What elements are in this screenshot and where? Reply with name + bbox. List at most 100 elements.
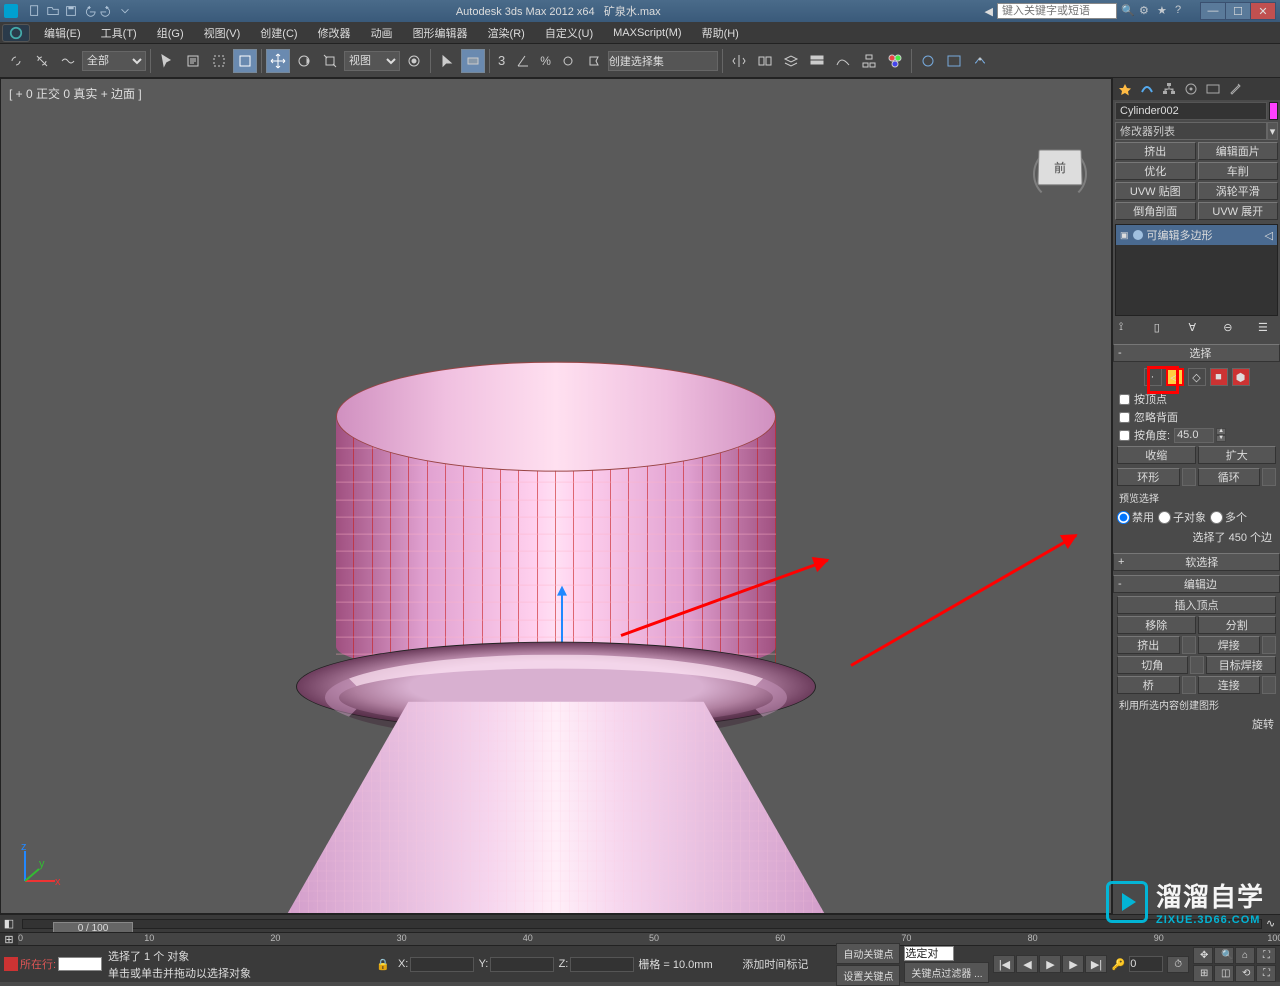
object-name-input[interactable] — [1115, 102, 1267, 120]
hierarchy-tab-icon[interactable] — [1159, 80, 1179, 98]
modifier-stack[interactable]: ▣ 可编辑多边形 ◁ — [1115, 224, 1278, 316]
key-icon[interactable]: 🔑 — [1111, 958, 1125, 971]
goto-end-icon[interactable]: ▶| — [1085, 955, 1107, 973]
unlink-icon[interactable] — [30, 49, 54, 73]
nowat-input[interactable] — [58, 957, 102, 971]
modify-tab-icon[interactable] — [1137, 80, 1157, 98]
render-setup-icon[interactable] — [916, 49, 940, 73]
qat-dropdown-icon[interactable] — [118, 4, 132, 18]
percent-snap-icon[interactable]: % — [537, 49, 554, 73]
select-by-name-icon[interactable] — [181, 49, 205, 73]
ref-coord-system[interactable]: 视图 — [344, 51, 400, 71]
script-rec-icon[interactable] — [4, 957, 18, 971]
connect-button[interactable]: 连接 — [1198, 676, 1261, 694]
modifier-list-dropdown[interactable] — [1115, 122, 1267, 140]
window-crossing-icon[interactable] — [233, 49, 257, 73]
object-color-swatch[interactable] — [1269, 102, 1278, 120]
key-mode-icon[interactable]: ⊞ — [0, 933, 18, 945]
select-region-icon[interactable] — [207, 49, 231, 73]
display-tab-icon[interactable] — [1203, 80, 1223, 98]
maximize-viewport-icon[interactable]: ⛶ — [1256, 965, 1276, 982]
viewport[interactable]: [ + 0 正交 0 真实 + 边面 ] 前 zxy — [0, 78, 1112, 914]
shrink-button[interactable]: 收缩 — [1117, 446, 1196, 464]
menu-help[interactable]: 帮助(H) — [692, 22, 749, 44]
make-unique-icon[interactable]: ∀ — [1189, 321, 1205, 337]
remove-button[interactable]: 移除 — [1117, 616, 1196, 634]
menu-render[interactable]: 渲染(R) — [478, 22, 535, 44]
insert-vertex-button[interactable]: 插入顶点 — [1117, 596, 1276, 614]
preview-subobj-radio[interactable] — [1158, 511, 1171, 524]
auto-key-button[interactable]: 自动关键点 — [836, 943, 900, 964]
rollout-softsel-header[interactable]: +软选择 — [1113, 553, 1280, 571]
scale-icon[interactable] — [318, 49, 342, 73]
menu-tools[interactable]: 工具(T) — [91, 22, 147, 44]
grow-button[interactable]: 扩大 — [1198, 446, 1277, 464]
menu-graph[interactable]: 图形编辑器 — [403, 22, 478, 44]
time-slider[interactable]: ◧ 0 / 100 ∿ — [0, 914, 1280, 932]
menu-views[interactable]: 视图(V) — [194, 22, 251, 44]
weld-button[interactable]: 焊接 — [1198, 636, 1261, 654]
rollout-editedges-header[interactable]: -编辑边 — [1113, 575, 1280, 593]
zoom-extents-icon[interactable]: ⛶ — [1256, 947, 1276, 964]
bulb-icon[interactable] — [1133, 230, 1143, 240]
modset-2-1[interactable]: 涡轮平滑 — [1198, 182, 1279, 200]
zoom-icon[interactable]: 🔍 — [1214, 947, 1234, 964]
viewcube[interactable]: 前 — [1025, 139, 1095, 209]
modset-1-1[interactable]: 车削 — [1198, 162, 1279, 180]
menu-create[interactable]: 创建(C) — [250, 22, 307, 44]
fov-icon[interactable]: ⌂ — [1235, 947, 1255, 964]
chevron-left-icon[interactable]: ◀ — [985, 5, 993, 18]
ring-button[interactable]: 环形 — [1117, 468, 1180, 486]
loop-spinner[interactable] — [1262, 468, 1276, 486]
modset-3-1[interactable]: UVW 展开 — [1198, 202, 1279, 220]
set-key-button[interactable]: 设置关键点 — [836, 965, 900, 986]
by-vertex-checkbox[interactable] — [1119, 394, 1130, 405]
x-input[interactable] — [410, 957, 474, 972]
track-bar[interactable]: ⊞ 0 10 20 30 40 50 60 70 80 90 100 — [0, 932, 1280, 946]
menu-edit[interactable]: 编辑(E) — [34, 22, 91, 44]
modset-0-0[interactable]: 挤出 — [1115, 142, 1196, 160]
rotate-icon[interactable] — [292, 49, 316, 73]
ignore-backface-checkbox[interactable] — [1119, 412, 1130, 423]
undo-icon[interactable] — [82, 4, 96, 18]
rendered-frame-icon[interactable] — [942, 49, 966, 73]
preview-multi-radio[interactable] — [1210, 511, 1223, 524]
bridge-button[interactable]: 桥 — [1117, 676, 1180, 694]
ring-spinner[interactable] — [1182, 468, 1196, 486]
menu-modifiers[interactable]: 修改器 — [308, 22, 361, 44]
comm-center-icon[interactable]: ⚙ — [1139, 4, 1153, 18]
rollout-selection-header[interactable]: -选择 — [1113, 344, 1280, 362]
modset-0-1[interactable]: 编辑面片 — [1198, 142, 1279, 160]
chamfer-settings-icon[interactable] — [1190, 656, 1204, 674]
material-editor-icon[interactable] — [883, 49, 907, 73]
target-weld-button[interactable]: 目标焊接 — [1206, 656, 1277, 674]
menu-maxscript[interactable]: MAXScript(M) — [603, 24, 691, 42]
modset-2-0[interactable]: UVW 贴图 — [1115, 182, 1196, 200]
save-icon[interactable] — [64, 4, 78, 18]
prev-frame-icon[interactable]: ◀ — [1016, 955, 1038, 973]
chamfer-button[interactable]: 切角 — [1117, 656, 1188, 674]
align-icon[interactable] — [753, 49, 777, 73]
graphite-ribbon-icon[interactable] — [805, 49, 829, 73]
layer-manager-icon[interactable] — [779, 49, 803, 73]
element-mode-icon[interactable]: ⬢ — [1232, 368, 1250, 386]
help-icon[interactable]: ? — [1175, 4, 1189, 18]
border-mode-icon[interactable]: ◇ — [1188, 368, 1206, 386]
edit-named-sel-icon[interactable] — [582, 49, 606, 73]
select-manipulate-icon[interactable] — [435, 49, 459, 73]
new-icon[interactable] — [28, 4, 42, 18]
bind-space-warp-icon[interactable] — [56, 49, 80, 73]
polygon-mode-icon[interactable]: ■ — [1210, 368, 1228, 386]
z-input[interactable] — [570, 957, 634, 972]
add-time-tag[interactable]: 添加时间标记 — [742, 956, 832, 972]
selected-filter-input[interactable] — [904, 946, 954, 961]
use-pivot-icon[interactable] — [402, 49, 426, 73]
search-icon[interactable]: 🔍 — [1121, 4, 1135, 18]
modstack-item[interactable]: ▣ 可编辑多边形 ◁ — [1116, 225, 1277, 245]
favorites-icon[interactable]: ★ — [1157, 4, 1171, 18]
extrude-button[interactable]: 挤出 — [1117, 636, 1180, 654]
motion-tab-icon[interactable] — [1181, 80, 1201, 98]
modset-1-0[interactable]: 优化 — [1115, 162, 1196, 180]
angle-snap-icon[interactable] — [511, 49, 535, 73]
utilities-tab-icon[interactable] — [1225, 80, 1245, 98]
